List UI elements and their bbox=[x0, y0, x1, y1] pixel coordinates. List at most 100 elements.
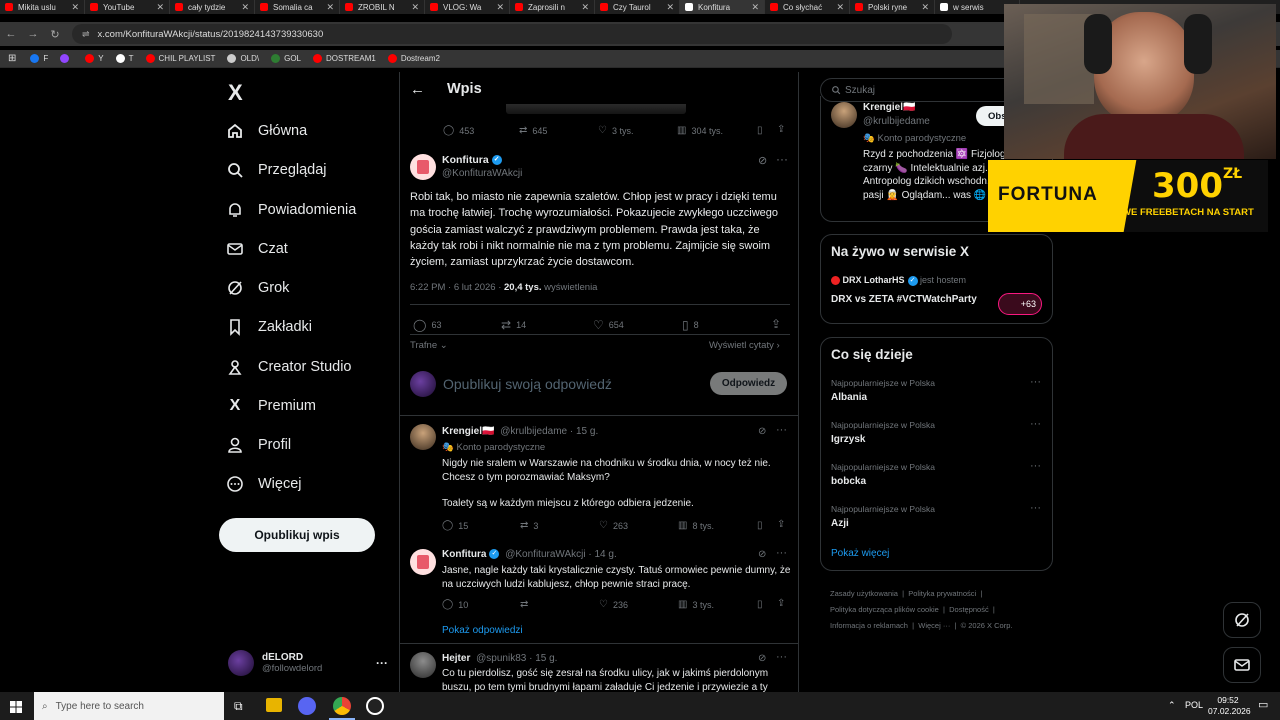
post-button[interactable]: Opublikuj wpis bbox=[219, 518, 375, 552]
tab-close-icon[interactable]: ✕ bbox=[71, 2, 79, 13]
browser-tab[interactable]: YouTube ✕ bbox=[85, 0, 170, 14]
more-options-icon[interactable]: ··· bbox=[776, 424, 787, 436]
footer-link[interactable]: Informacja o reklamach bbox=[830, 621, 908, 630]
trend-item[interactable]: Najpopularniejsze w Polska Albania ··· bbox=[831, 376, 1041, 403]
bookmark-icon[interactable]: ▯ bbox=[757, 125, 768, 136]
tab-close-icon[interactable]: ✕ bbox=[496, 2, 504, 13]
more-options-icon[interactable]: ··· bbox=[776, 152, 788, 166]
discord-icon[interactable] bbox=[298, 697, 316, 715]
reply-count[interactable]: ◯ 453 bbox=[443, 125, 474, 136]
nav-item-home[interactable]: Główna bbox=[226, 122, 307, 140]
bookmark-icon[interactable]: ▯ bbox=[757, 599, 768, 610]
account-switcher[interactable]: dELORD @followdelord ··· bbox=[228, 648, 388, 678]
repost-count[interactable]: ⇄ bbox=[520, 599, 533, 610]
trend-item[interactable]: Najpopularniejsze w Polska Igrzysk ··· bbox=[831, 418, 1041, 445]
browser-tab[interactable]: Konfitura ✕ bbox=[680, 0, 765, 14]
chrome-icon[interactable] bbox=[333, 697, 351, 715]
author-handle[interactable]: @KonfituraWAkcji bbox=[442, 168, 522, 179]
clock[interactable]: 09:52 07.02.2026 bbox=[1208, 695, 1251, 717]
nav-item-creator-studio[interactable]: Creator Studio bbox=[226, 358, 352, 376]
browser-tab[interactable]: Polski ryne ✕ bbox=[850, 0, 935, 14]
site-info-icon[interactable]: ⇌ bbox=[82, 29, 90, 40]
like-count[interactable]: ♡ 3 tys. bbox=[598, 125, 633, 136]
tab-close-icon[interactable]: ✕ bbox=[581, 2, 589, 13]
reply-count[interactable]: ◯ 10 bbox=[442, 599, 468, 610]
profile-handle[interactable]: @krulbijedame bbox=[863, 116, 930, 127]
tab-close-icon[interactable]: ✕ bbox=[836, 2, 844, 13]
avatar[interactable] bbox=[410, 652, 436, 678]
views-count[interactable]: ▥ 8 tys. bbox=[678, 520, 714, 531]
back-arrow-icon[interactable]: ← bbox=[410, 81, 425, 98]
account-more-icon[interactable]: ··· bbox=[376, 656, 388, 670]
browser-tab[interactable]: VLOG: Wa ✕ bbox=[425, 0, 510, 14]
nav-item-more[interactable]: Więcej bbox=[226, 475, 302, 493]
bookmark-item[interactable]: OLD\ bbox=[227, 54, 259, 63]
trend-item[interactable]: Najpopularniejsze w Polska Azji ··· bbox=[831, 502, 1041, 529]
bookmark-icon[interactable]: ▯ bbox=[757, 520, 768, 531]
live-host[interactable]: DRX LotharHS ✓ jest hostem bbox=[831, 275, 966, 286]
language-indicator[interactable]: POL bbox=[1185, 700, 1203, 710]
reply-button[interactable]: Odpowiedz bbox=[710, 372, 787, 395]
x-logo-icon[interactable]: X bbox=[228, 80, 243, 106]
share-icon[interactable]: ⇪ bbox=[777, 519, 790, 530]
footer-link[interactable]: Dostępność bbox=[949, 605, 989, 614]
live-listeners-badge[interactable]: +63 bbox=[998, 293, 1042, 315]
grok-icon[interactable]: ⊘ bbox=[758, 154, 767, 167]
author-name[interactable]: Konfitura bbox=[442, 549, 486, 560]
profile-name[interactable]: Krengiel🇵🇱 bbox=[863, 102, 915, 113]
grok-float-button[interactable] bbox=[1223, 602, 1261, 638]
bookmark-count[interactable]: ▯ 8 bbox=[682, 318, 699, 332]
app-icon[interactable] bbox=[366, 697, 384, 715]
more-options-icon[interactable]: ··· bbox=[776, 651, 787, 663]
forward-nav-icon[interactable]: → bbox=[22, 28, 44, 40]
nav-item-notifications[interactable]: Powiadomienia bbox=[226, 201, 356, 219]
url-field[interactable]: ⇌ x.com/KonfituraWAkcji/status/201982414… bbox=[72, 24, 952, 44]
browser-tab[interactable]: cały tydzie ✕ bbox=[170, 0, 255, 14]
author-name[interactable]: Krengiel🇵🇱 bbox=[442, 426, 494, 437]
browser-tab[interactable]: Mikita uslu ✕ bbox=[0, 0, 85, 14]
author-handle[interactable]: @krulbijedame · 15 g. bbox=[500, 426, 598, 437]
footer-link[interactable]: Polityka dotycząca plików cookie bbox=[830, 605, 939, 614]
bookmark-item[interactable] bbox=[60, 54, 73, 63]
apps-icon[interactable]: ⊞ bbox=[8, 53, 16, 64]
author-handle[interactable]: @spunik83 · 15 g. bbox=[476, 653, 557, 664]
tab-close-icon[interactable]: ✕ bbox=[326, 2, 334, 13]
repost-count[interactable]: ⇄ 645 bbox=[519, 125, 547, 136]
show-replies-link[interactable]: Pokaż odpowiedzi bbox=[442, 625, 523, 636]
avatar[interactable] bbox=[831, 102, 857, 128]
live-event-title[interactable]: DRX vs ZETA #VCTWatchParty bbox=[831, 294, 977, 305]
grok-icon[interactable]: ⊘ bbox=[758, 426, 766, 437]
bookmark-item[interactable]: GOL bbox=[271, 54, 301, 63]
footer-link[interactable]: Więcej ··· bbox=[918, 621, 950, 630]
reply-input[interactable]: Opublikuj swoją odpowiedź bbox=[443, 376, 612, 392]
browser-tab[interactable]: ZROBIL N ✕ bbox=[340, 0, 425, 14]
browser-tab[interactable]: Czy Taurol ✕ bbox=[595, 0, 680, 14]
task-view-icon[interactable]: ⧉ bbox=[234, 699, 243, 714]
avatar[interactable] bbox=[410, 424, 436, 450]
tab-close-icon[interactable]: ✕ bbox=[411, 2, 419, 13]
nav-item-profile[interactable]: Profil bbox=[226, 436, 291, 454]
windows-start-icon[interactable] bbox=[10, 700, 22, 713]
views-count[interactable]: ▥ 3 tys. bbox=[678, 599, 714, 610]
trend-more-icon[interactable]: ··· bbox=[1030, 418, 1041, 430]
bookmark-item[interactable]: F bbox=[30, 54, 48, 63]
nav-item-premium[interactable]: X Premium bbox=[226, 397, 316, 415]
tab-close-icon[interactable]: ✕ bbox=[241, 2, 249, 13]
tab-close-icon[interactable]: ✕ bbox=[751, 2, 759, 13]
footer-link[interactable]: Polityka prywatności bbox=[908, 589, 976, 598]
nav-item-bookmarks[interactable]: Zakładki bbox=[226, 318, 312, 336]
more-options-icon[interactable]: ··· bbox=[776, 547, 787, 559]
tab-close-icon[interactable]: ✕ bbox=[666, 2, 674, 13]
tab-close-icon[interactable]: ✕ bbox=[921, 2, 929, 13]
grok-icon[interactable]: ⊘ bbox=[758, 549, 766, 560]
share-icon[interactable]: ⇪ bbox=[777, 598, 790, 609]
bookmark-item[interactable]: T bbox=[115, 54, 134, 63]
reply-count[interactable]: ◯ 63 bbox=[413, 318, 441, 332]
like-count[interactable]: ♡ 263 bbox=[599, 520, 628, 531]
repost-count[interactable]: ⇄ 14 bbox=[501, 318, 526, 332]
share-icon[interactable]: ⇪ bbox=[771, 317, 786, 331]
bookmark-item[interactable]: Dostream2 bbox=[387, 54, 440, 63]
nav-item-grok[interactable]: Grok bbox=[226, 279, 289, 297]
avatar[interactable] bbox=[410, 154, 436, 180]
tab-close-icon[interactable]: ✕ bbox=[156, 2, 164, 13]
